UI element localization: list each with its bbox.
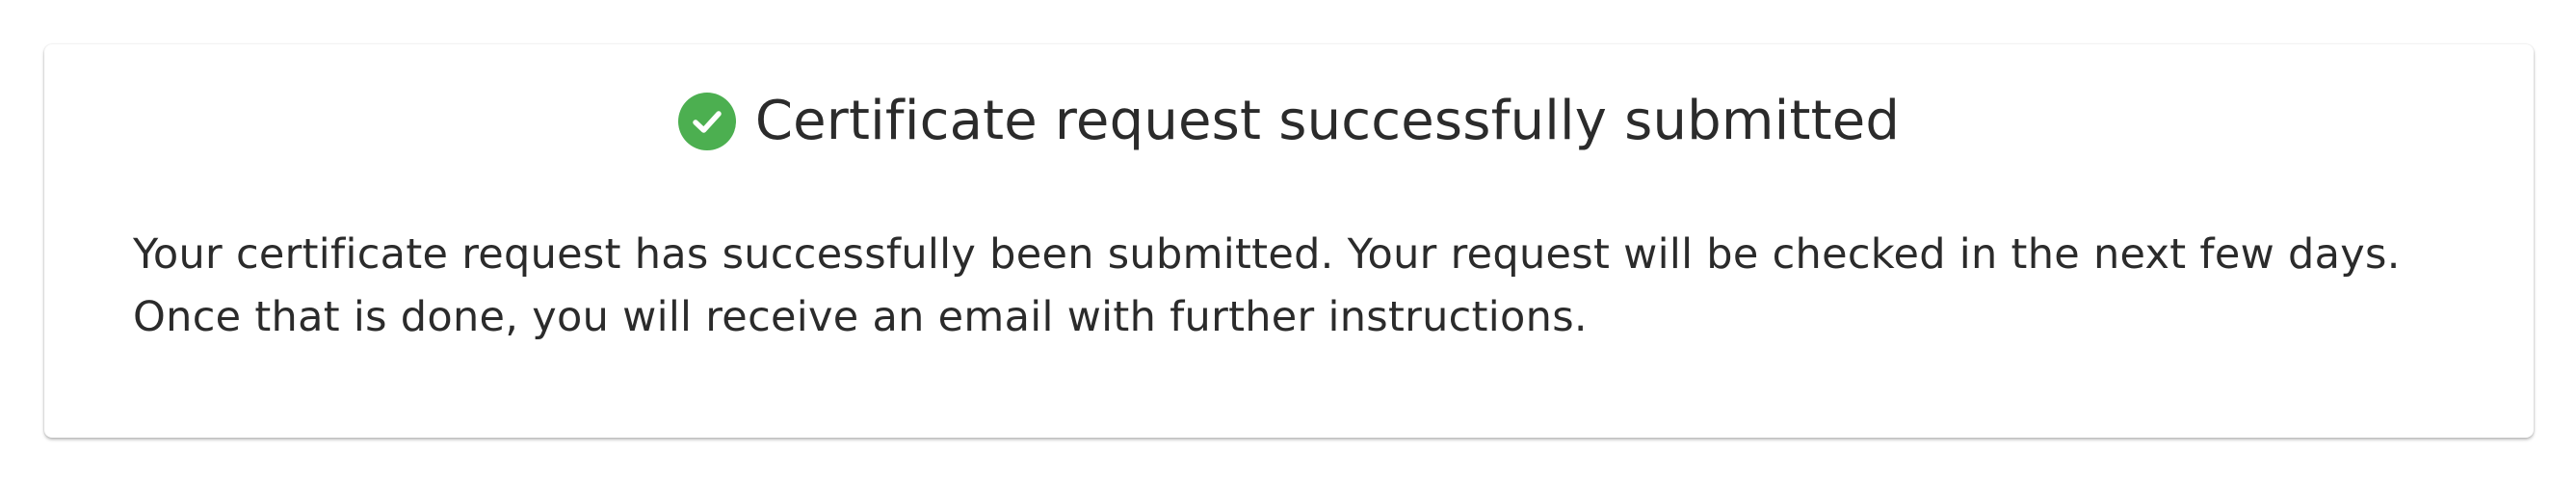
card-header: Certificate request successfully submitt… (44, 83, 2534, 160)
page-title: Certificate request successfully submitt… (754, 90, 1901, 152)
success-card: Certificate request successfully submitt… (44, 44, 2534, 438)
success-message: Your certificate request has successfull… (133, 224, 2457, 349)
message-line: Your certificate request has successfull… (133, 230, 2401, 279)
check-circle-icon (677, 93, 736, 150)
message-line: Once that is done, you will receive an e… (133, 293, 1588, 341)
